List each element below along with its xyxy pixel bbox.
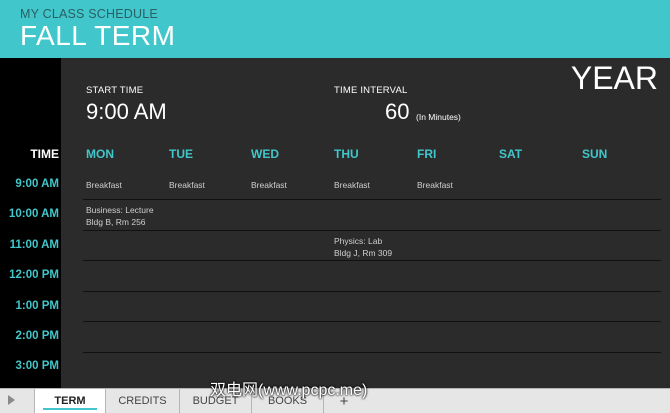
schedule-cell-thu-11am-line1[interactable]: Physics: Lab — [334, 235, 382, 247]
row-divider — [83, 199, 661, 200]
watermark-text: 双电网(www.pcpc.me) — [210, 382, 368, 399]
schedule-cell-fri-9am[interactable]: Breakfast — [417, 179, 453, 191]
time-row-label: 3:00 PM — [15, 360, 59, 372]
day-header-tue: TUE — [169, 147, 193, 161]
row-divider — [83, 230, 661, 231]
row-divider — [83, 291, 661, 292]
year-label[interactable]: YEAR — [571, 60, 658, 97]
time-interval-value[interactable]: 60 — [385, 99, 409, 125]
time-row-label: 1:00 PM — [15, 300, 59, 312]
time-row-label: 11:00 AM — [9, 239, 59, 251]
schedule-cell-wed-9am[interactable]: Breakfast — [251, 179, 287, 191]
tab-term[interactable]: TERM — [34, 389, 106, 413]
day-header-wed: WED — [251, 147, 279, 161]
day-header-fri: FRI — [417, 147, 437, 161]
time-row-label: 12:00 PM — [9, 269, 59, 281]
schedule-cell-mon-10am-line2[interactable]: Bldg B, Rm 256 — [86, 216, 146, 228]
day-header-sat: SAT — [499, 147, 523, 161]
day-header-mon: MON — [86, 147, 114, 161]
row-divider — [83, 260, 661, 261]
schedule-cell-thu-9am[interactable]: Breakfast — [334, 179, 370, 191]
day-header-thu: THU — [334, 147, 359, 161]
day-header-sun: SUN — [582, 147, 608, 161]
time-column-header: TIME — [30, 147, 59, 161]
header-banner: MY CLASS SCHEDULE FALL TERM — [0, 0, 670, 58]
tab-credits[interactable]: CREDITS — [106, 389, 180, 413]
time-row-label: 10:00 AM — [8, 208, 59, 220]
term-title[interactable]: FALL TERM — [20, 20, 175, 52]
schedule-cell-tue-9am[interactable]: Breakfast — [169, 179, 205, 191]
time-interval-label: TIME INTERVAL — [334, 85, 408, 96]
time-row-label: 9:00 AM — [15, 178, 59, 190]
time-row-label: 2:00 PM — [15, 330, 59, 342]
schedule-cell-mon-9am[interactable]: Breakfast — [86, 179, 122, 191]
start-time-value[interactable]: 9:00 AM — [86, 99, 167, 125]
time-interval-unit: (In Minutes) — [416, 112, 461, 122]
schedule-cell-thu-11am-line2[interactable]: Bldg J, Rm 309 — [334, 247, 392, 259]
schedule-subtitle: MY CLASS SCHEDULE — [20, 7, 158, 21]
schedule-cell-mon-10am-line1[interactable]: Business: Lecture — [86, 204, 154, 216]
start-time-label: START TIME — [86, 85, 144, 96]
row-divider — [83, 352, 661, 353]
scroll-tabs-icon[interactable] — [8, 395, 15, 405]
row-divider — [83, 321, 661, 322]
